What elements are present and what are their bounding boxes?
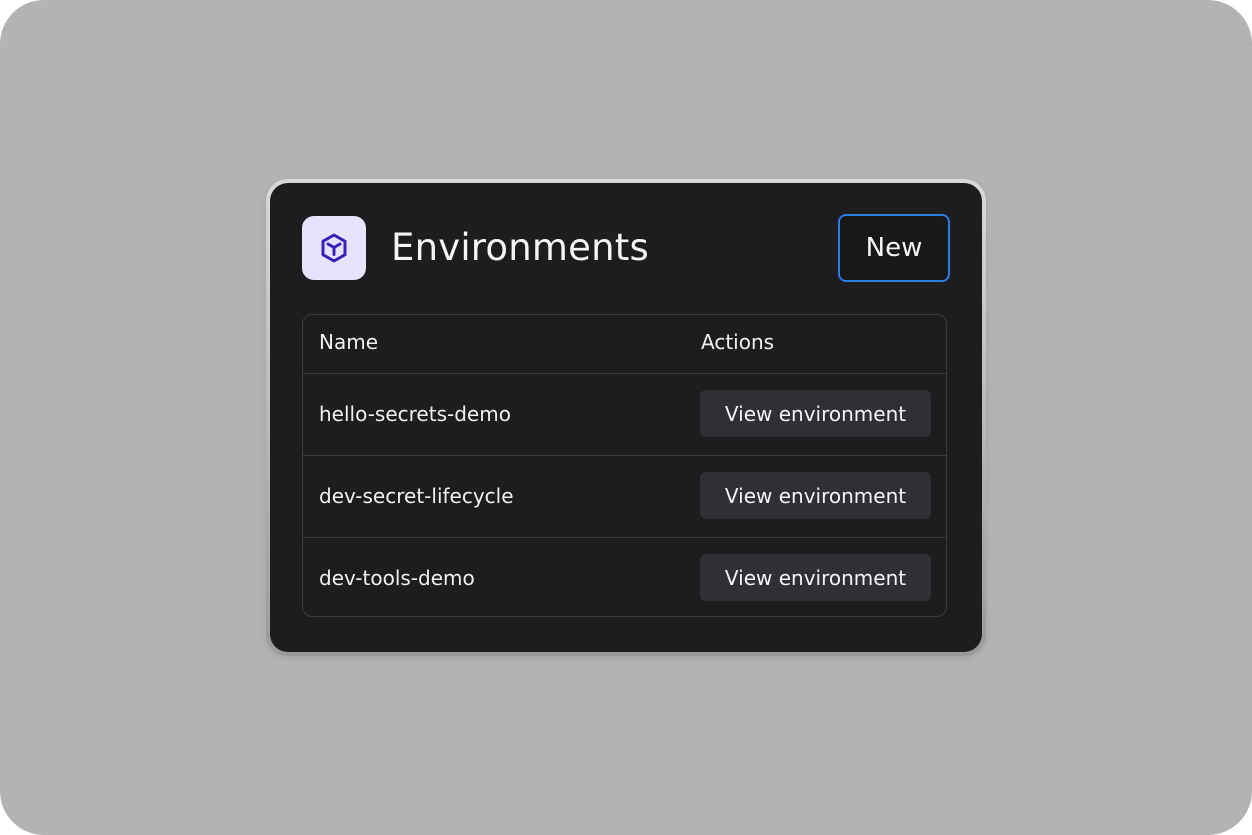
view-environment-button[interactable]: View environment	[700, 554, 931, 601]
environment-name: dev-secret-lifecycle	[319, 484, 514, 508]
table-row: hello-secrets-demo View environment	[303, 373, 946, 455]
cube-icon-glyph	[321, 233, 347, 263]
environment-name: hello-secrets-demo	[319, 402, 511, 426]
environment-name: dev-tools-demo	[319, 566, 475, 590]
column-header-actions: Actions	[701, 330, 775, 354]
cube-icon	[302, 216, 366, 280]
page-title: Environments	[391, 226, 649, 269]
view-environment-button[interactable]: View environment	[700, 390, 931, 437]
table-header-row: Name Actions	[303, 315, 946, 373]
table-row: dev-secret-lifecycle View environment	[303, 455, 946, 537]
new-button[interactable]: New	[838, 214, 950, 282]
column-header-name: Name	[319, 330, 379, 354]
table-row: dev-tools-demo View environment	[303, 537, 946, 616]
view-environment-button[interactable]: View environment	[700, 472, 931, 519]
environments-card: Environments New Name Actions hello-secr…	[270, 183, 982, 652]
environments-table: Name Actions hello-secrets-demo View env…	[302, 314, 947, 617]
